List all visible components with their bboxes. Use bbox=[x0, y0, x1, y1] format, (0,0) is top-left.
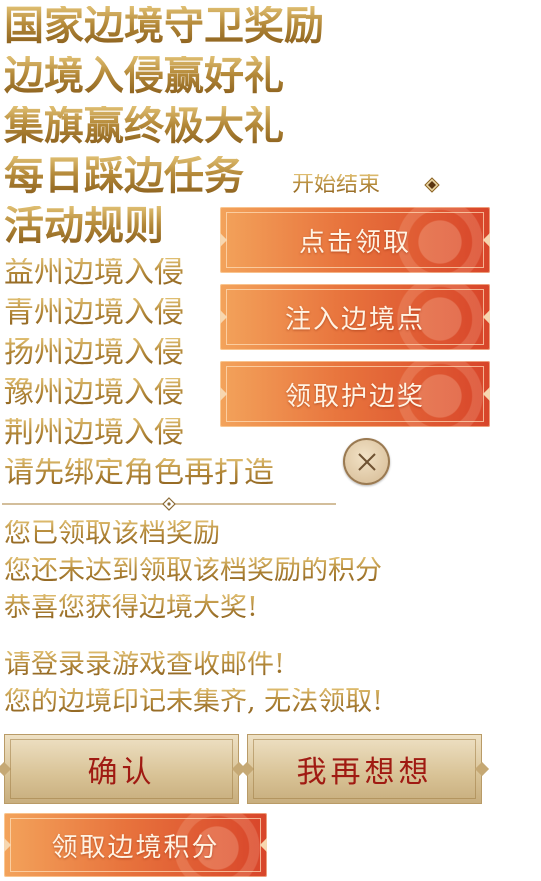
msg-congrats: 恭喜您获得边境大奖! bbox=[4, 592, 258, 623]
region-jingzhou[interactable]: 荆州边境入侵 bbox=[4, 418, 184, 448]
title-flag-gift: 集旗赢终极大礼 bbox=[4, 102, 284, 149]
title-rules: 活动规则 bbox=[4, 202, 164, 249]
claim-border-points-button[interactable]: 领取边境积分 bbox=[4, 813, 267, 877]
msg-marks-incomplete: 您的边境印记未集齐, 无法领取! bbox=[4, 686, 384, 717]
diamond-icon bbox=[424, 177, 440, 193]
confirm-button[interactable]: 确认 bbox=[4, 734, 239, 804]
inject-points-button[interactable]: 注入边境点 bbox=[220, 284, 490, 350]
region-yuzhou[interactable]: 豫州边境入侵 bbox=[4, 378, 184, 408]
close-icon bbox=[357, 452, 376, 471]
close-button[interactable] bbox=[343, 438, 390, 485]
inject-points-button-label: 注入边境点 bbox=[284, 304, 425, 335]
ornament-divider bbox=[2, 497, 336, 511]
msg-not-enough-points: 您还未达到领取该档奖励的积分 bbox=[4, 555, 382, 586]
bind-role-hint: 请先绑定角色再打造 bbox=[4, 455, 274, 490]
claim-border-points-label: 领取边境积分 bbox=[51, 832, 220, 863]
daily-task-row: 每日踩边任务 开始结束 bbox=[0, 156, 470, 200]
start-end-label: 开始结束 bbox=[292, 172, 381, 197]
region-yizhou[interactable]: 益州边境入侵 bbox=[4, 258, 184, 288]
claim-button-label: 点击领取 bbox=[298, 227, 411, 258]
claim-button[interactable]: 点击领取 bbox=[220, 207, 490, 273]
region-yangzhou[interactable]: 扬州边境入侵 bbox=[4, 338, 184, 368]
confirm-button-label: 确认 bbox=[87, 755, 156, 790]
title-guard-reward: 国家边境守卫奖励 bbox=[4, 2, 324, 49]
title-daily-task: 每日踩边任务 bbox=[4, 152, 244, 199]
region-qingzhou[interactable]: 青州边境入侵 bbox=[4, 298, 184, 328]
think-again-button[interactable]: 我再想想 bbox=[247, 734, 482, 804]
msg-already-claimed: 您已领取该档奖励 bbox=[4, 518, 220, 549]
claim-guard-reward-label: 领取护边奖 bbox=[284, 381, 425, 412]
think-again-button-label: 我再想想 bbox=[296, 755, 433, 790]
claim-guard-reward-button[interactable]: 领取护边奖 bbox=[220, 361, 490, 427]
title-invasion-gift: 边境入侵赢好礼 bbox=[4, 52, 284, 99]
msg-check-mail: 请登录录游戏查收邮件! bbox=[4, 649, 285, 680]
